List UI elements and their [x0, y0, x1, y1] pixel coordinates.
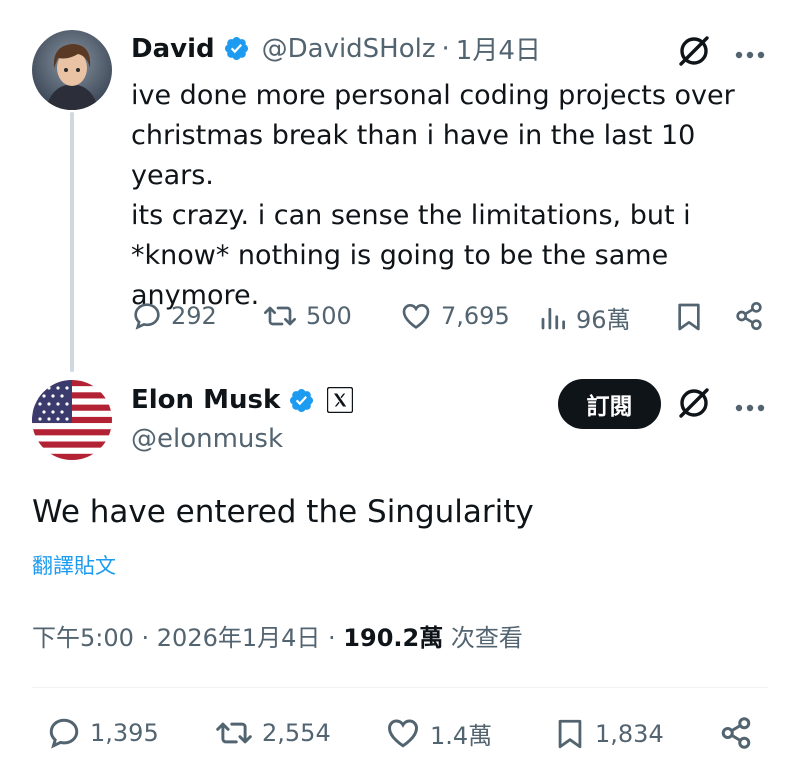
repost-count: 2,554 [262, 719, 331, 747]
reply-button[interactable]: 1,395 [46, 715, 159, 751]
like-icon [399, 300, 433, 332]
view-count-label: 次查看 [443, 624, 523, 652]
divider [32, 687, 768, 688]
bookmark-icon[interactable] [673, 300, 705, 334]
repost-button[interactable]: 500 [262, 300, 352, 332]
tweet-text-line: ive done more personal coding projects o… [131, 80, 735, 111]
quoted-tweet-header: David @DavidSHolz · 1月4日 [131, 30, 541, 67]
reply-icon [46, 715, 82, 751]
like-icon [384, 715, 422, 751]
tweet-text-line: christmas break than i have in the last … [131, 120, 696, 191]
reply-count: 292 [171, 302, 217, 330]
quoted-tweet-text: ive done more personal coding projects o… [131, 76, 771, 316]
like-count: 1.4萬 [430, 721, 493, 750]
verified-badge-icon[interactable] [223, 35, 250, 62]
repost-icon [262, 300, 298, 332]
like-button[interactable]: 7,695 [399, 300, 510, 332]
header-separator: · [441, 33, 450, 64]
main-tweet-header: Elon Musk [131, 385, 354, 415]
tweet-metadata: 下午5:00 · 2026年1月4日 · 190.2萬 次查看 [32, 618, 523, 653]
author-name[interactable]: Elon Musk [131, 385, 280, 415]
share-icon[interactable] [733, 300, 765, 332]
avatar-elon[interactable] [32, 380, 112, 460]
author-handle[interactable]: @elonmusk [131, 424, 283, 454]
repost-count: 500 [306, 302, 352, 330]
tweet-timestamp[interactable]: 下午5:00 · 2026年1月4日 · [32, 624, 343, 652]
translate-post-link[interactable]: 翻譯貼文 [32, 550, 116, 580]
x-logo-icon[interactable] [327, 386, 354, 414]
avatar-image [32, 30, 112, 110]
grok-icon[interactable] [676, 33, 712, 69]
reply-count: 1,395 [90, 719, 159, 747]
more-icon[interactable] [734, 398, 766, 412]
bookmark-icon [553, 715, 587, 753]
repost-icon [214, 715, 254, 751]
thread-connector-line [70, 112, 74, 372]
reply-icon [131, 300, 163, 332]
like-button[interactable]: 1.4萬 [384, 715, 492, 751]
repost-button[interactable]: 2,554 [214, 715, 331, 751]
share-icon[interactable] [718, 715, 754, 751]
author-name[interactable]: David [131, 34, 215, 64]
avatar-david[interactable] [32, 30, 112, 110]
tweet-text-line: its crazy. i can sense the limitations, … [131, 200, 691, 231]
author-handle[interactable]: @DavidSHolz [262, 34, 436, 64]
views-icon [538, 302, 568, 334]
bookmark-button[interactable]: 1,834 [553, 715, 664, 753]
tweet-text-line: *know* nothing is going to be the same [131, 240, 669, 271]
views-count: 96萬 [576, 306, 631, 334]
tweet-date[interactable]: 1月4日 [456, 30, 541, 67]
us-flag-avatar-image [32, 380, 112, 460]
views-button[interactable]: 96萬 [538, 300, 631, 335]
verified-badge-icon[interactable] [288, 387, 315, 414]
view-count: 190.2萬 [343, 624, 444, 652]
more-icon[interactable] [734, 45, 766, 59]
like-count: 7,695 [441, 302, 510, 330]
reply-button[interactable]: 292 [131, 300, 217, 332]
main-tweet-text: We have entered the Singularity [32, 494, 534, 530]
bookmark-count: 1,834 [595, 720, 664, 748]
grok-icon[interactable] [676, 385, 712, 421]
subscribe-button[interactable]: 訂閱 [558, 379, 661, 429]
